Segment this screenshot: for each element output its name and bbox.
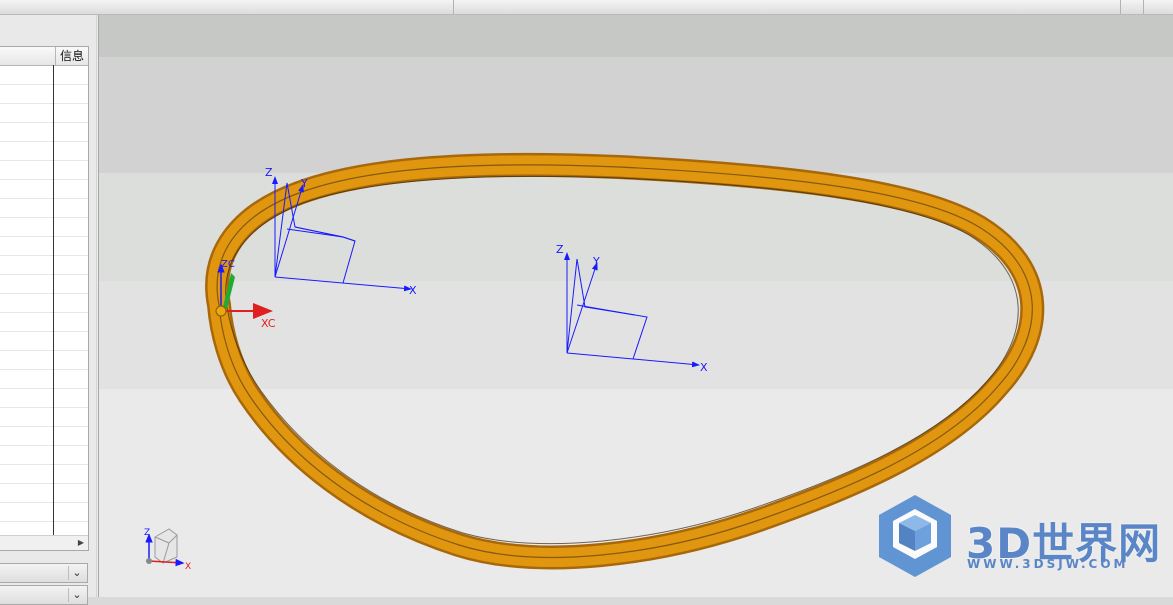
csys1-x-label: X [409,284,417,297]
datum-csys-2[interactable] [564,252,700,368]
navigator-table-header: 信息 [0,47,88,66]
navigator-row[interactable] [0,503,88,522]
panel-splitter[interactable] [96,15,98,597]
navigator-row[interactable] [0,142,88,161]
navigator-row[interactable] [0,237,88,256]
csys1-z-label: Z [265,166,273,179]
navigator-row[interactable] [0,180,88,199]
preview-panel-toggle[interactable]: ⌄ [0,585,88,605]
triad-x-label: X [185,562,191,572]
details-panel-toggle[interactable]: ⌄ [0,563,88,583]
view-triad [145,528,185,567]
navigator-row[interactable] [0,484,88,503]
navigator-row[interactable] [0,446,88,465]
toolbar-separator [1120,0,1121,14]
navigator-row[interactable] [0,218,88,237]
scroll-right-icon[interactable]: ▶ [78,538,84,547]
watermark-url: WWW.3DSJW.COM [967,557,1129,571]
navigator-row[interactable] [0,123,88,142]
navigator-rows [0,66,88,522]
xc-label: XC [261,317,276,330]
csys2-y-label: Y [592,255,600,268]
navigator-row[interactable] [0,161,88,180]
horizontal-scrollbar[interactable]: ▶ [0,535,88,550]
watermark-logo [879,495,951,577]
navigator-row[interactable] [0,85,88,104]
top-toolbar-strip [0,0,1173,15]
navigator-row[interactable] [0,427,88,446]
navigator-row[interactable] [0,313,88,332]
csys1-y-label: Y [300,177,308,190]
chevron-down-icon[interactable]: ⌄ [68,588,85,602]
zc-label: ZC [221,259,235,270]
toolbar-separator [1143,0,1144,14]
triad-z-label: Z [144,528,150,538]
toolbar-separator [453,0,454,14]
part-navigator-panel: 信息 ▶ ⌄ ⌄ [0,15,99,605]
navigator-row[interactable] [0,104,88,123]
graphics-window[interactable]: Z Y X Z Y X XC ZC Z X 3D世界网 WWW.3DSJW.CO… [99,15,1173,597]
chevron-down-icon[interactable]: ⌄ [68,566,85,580]
column-divider[interactable] [53,65,54,535]
csys2-z-label: Z [556,243,564,256]
csys2-x-label: X [700,361,708,374]
navigator-table: 信息 ▶ [0,46,89,551]
navigator-row[interactable] [0,370,88,389]
navigator-row[interactable] [0,332,88,351]
navigator-row[interactable] [0,294,88,313]
navigator-row[interactable] [0,275,88,294]
navigator-row[interactable] [0,465,88,484]
navigator-row[interactable] [0,66,88,85]
navigator-row[interactable] [0,408,88,427]
column-header-info[interactable]: 信息 [55,47,88,65]
navigator-row[interactable] [0,351,88,370]
navigator-row[interactable] [0,389,88,408]
navigator-row[interactable] [0,199,88,218]
navigator-row[interactable] [0,256,88,275]
